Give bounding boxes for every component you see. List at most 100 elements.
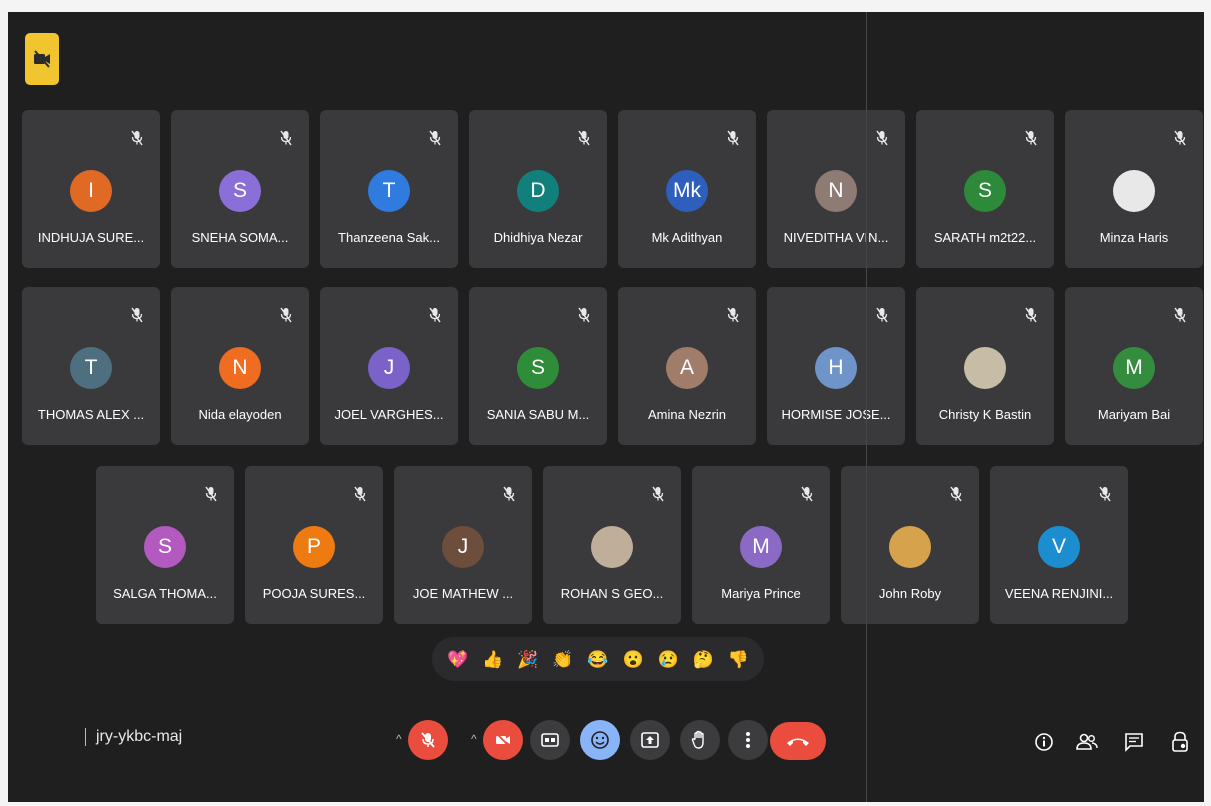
- avatar: T: [70, 347, 112, 389]
- participant-name: Thanzeena Sak...: [338, 230, 440, 245]
- host-controls-button[interactable]: [1166, 728, 1194, 756]
- participant-name: SARATH m2t22...: [933, 230, 1037, 245]
- avatar: N: [219, 347, 261, 389]
- participant-tile[interactable]: P POOJA SURES...: [245, 466, 383, 624]
- meeting-code-text: jry-ykbc-maj: [96, 728, 183, 746]
- participant-tile[interactable]: I INDHUJA SURE...: [22, 110, 160, 268]
- participant-tile[interactable]: D Dhidhiya Nezar: [469, 110, 607, 268]
- thumbs-up-icon[interactable]: 👍: [480, 646, 506, 672]
- avatar-photo: [1113, 170, 1155, 212]
- participant-tile[interactable]: A Amina Nezrin: [618, 287, 756, 445]
- people-button[interactable]: [1073, 728, 1101, 756]
- avatar: P: [293, 526, 335, 568]
- meeting-details-button[interactable]: [1030, 728, 1058, 756]
- more-vert-icon: [746, 732, 750, 748]
- participant-name: VEENA RENJINI...: [1004, 586, 1114, 601]
- chat-button[interactable]: [1120, 728, 1148, 756]
- participant-tile[interactable]: J JOE MATHEW ...: [394, 466, 532, 624]
- participant-tile[interactable]: H HORMISE JOSE...: [767, 287, 905, 445]
- captions-button[interactable]: [530, 720, 570, 760]
- participant-tile[interactable]: S SARATH m2t22...: [916, 110, 1054, 268]
- participant-tile[interactable]: John Roby: [841, 466, 979, 624]
- participant-tile[interactable]: J JOEL VARGHES...: [320, 287, 458, 445]
- avatar: M: [1113, 347, 1155, 389]
- muted-mic-icon: [280, 130, 292, 146]
- smiley-icon: [591, 731, 609, 749]
- participant-tile[interactable]: N NIVEDITHA VIN...: [767, 110, 905, 268]
- leave-call-button[interactable]: [770, 722, 826, 760]
- muted-mic-icon: [429, 130, 441, 146]
- muted-mic-icon: [578, 130, 590, 146]
- emoji-reactions-button[interactable]: [580, 720, 620, 760]
- lock-person-icon: [1172, 731, 1188, 752]
- avatar-photo: [591, 526, 633, 568]
- participant-tile[interactable]: S SALGA THOMA...: [96, 466, 234, 624]
- present-screen-button[interactable]: [630, 720, 670, 760]
- muted-mic-icon: [801, 486, 813, 502]
- muted-mic-icon: [950, 486, 962, 502]
- muted-mic-icon: [354, 486, 366, 502]
- avatar: S: [219, 170, 261, 212]
- participant-name: Amina Nezrin: [647, 407, 727, 422]
- muted-mic-icon: [578, 307, 590, 323]
- more-options-button[interactable]: [728, 720, 768, 760]
- sad-face-icon[interactable]: 😢: [655, 646, 681, 672]
- thinking-face-icon[interactable]: 🤔: [690, 646, 716, 672]
- avatar: D: [517, 170, 559, 212]
- avatar: V: [1038, 526, 1080, 568]
- participant-tile[interactable]: T THOMAS ALEX ...: [22, 287, 160, 445]
- muted-mic-icon: [205, 486, 217, 502]
- raise-hand-button[interactable]: [680, 720, 720, 760]
- clapping-hands-icon[interactable]: 👏: [550, 646, 576, 672]
- avatar: S: [144, 526, 186, 568]
- muted-mic-icon: [280, 307, 292, 323]
- avatar: S: [964, 170, 1006, 212]
- participant-tile[interactable]: Minza Haris: [1065, 110, 1203, 268]
- avatar: S: [517, 347, 559, 389]
- heart-icon[interactable]: 💖: [445, 646, 471, 672]
- phone-hangup-icon: [787, 738, 809, 746]
- participant-tile[interactable]: ROHAN S GEO...: [543, 466, 681, 624]
- info-icon: [1035, 733, 1053, 751]
- participant-tile[interactable]: Christy K Bastin: [916, 287, 1054, 445]
- muted-mic-icon: [503, 486, 515, 502]
- participant-name: Christy K Bastin: [938, 407, 1032, 422]
- participant-tile[interactable]: N Nida elayoden: [171, 287, 309, 445]
- avatar: A: [666, 347, 708, 389]
- reaction-bar: 💖 👍 🎉 👏 😂 😮 😢 🤔 👎: [432, 637, 764, 681]
- participant-name: Minza Haris: [1099, 230, 1169, 245]
- muted-mic-icon: [876, 130, 888, 146]
- participant-tile[interactable]: V VEENA RENJINI...: [990, 466, 1128, 624]
- participant-tile[interactable]: S SANIA SABU M...: [469, 287, 607, 445]
- participant-name: Nida elayoden: [198, 407, 282, 422]
- surprised-face-icon[interactable]: 😮: [620, 646, 646, 672]
- camera-button[interactable]: [483, 720, 523, 760]
- audio-options-caret-icon[interactable]: ^: [396, 732, 402, 746]
- participant-name: THOMAS ALEX ...: [37, 407, 145, 422]
- video-off-icon: [34, 50, 50, 68]
- participant-name: JOE MATHEW ...: [412, 586, 514, 601]
- closed-captions-icon: [541, 733, 559, 747]
- microphone-button[interactable]: [408, 720, 448, 760]
- muted-mic-icon: [727, 130, 739, 146]
- screen-divider-line: [866, 12, 867, 802]
- camera-off-icon: [495, 732, 511, 748]
- camera-off-indicator: [25, 33, 59, 85]
- thumbs-down-icon[interactable]: 👎: [725, 646, 751, 672]
- participant-name: INDHUJA SURE...: [37, 230, 145, 245]
- muted-mic-icon: [1174, 130, 1186, 146]
- participant-tile[interactable]: M Mariya Prince: [692, 466, 830, 624]
- laughing-face-icon[interactable]: 😂: [585, 646, 611, 672]
- participant-name: JOEL VARGHES...: [334, 407, 444, 422]
- participant-name: HORMISE JOSE...: [781, 407, 891, 422]
- participant-tile[interactable]: T Thanzeena Sak...: [320, 110, 458, 268]
- video-options-caret-icon[interactable]: ^: [471, 732, 477, 746]
- participant-tile[interactable]: Mk Mk Adithyan: [618, 110, 756, 268]
- avatar: H: [815, 347, 857, 389]
- party-popper-icon[interactable]: 🎉: [515, 646, 541, 672]
- participant-name: SANIA SABU M...: [486, 407, 590, 422]
- participant-name: NIVEDITHA VIN...: [783, 230, 889, 245]
- participant-tile[interactable]: S SNEHA SOMA...: [171, 110, 309, 268]
- participant-name: Mk Adithyan: [651, 230, 723, 245]
- participant-tile[interactable]: M Mariyam Bai: [1065, 287, 1203, 445]
